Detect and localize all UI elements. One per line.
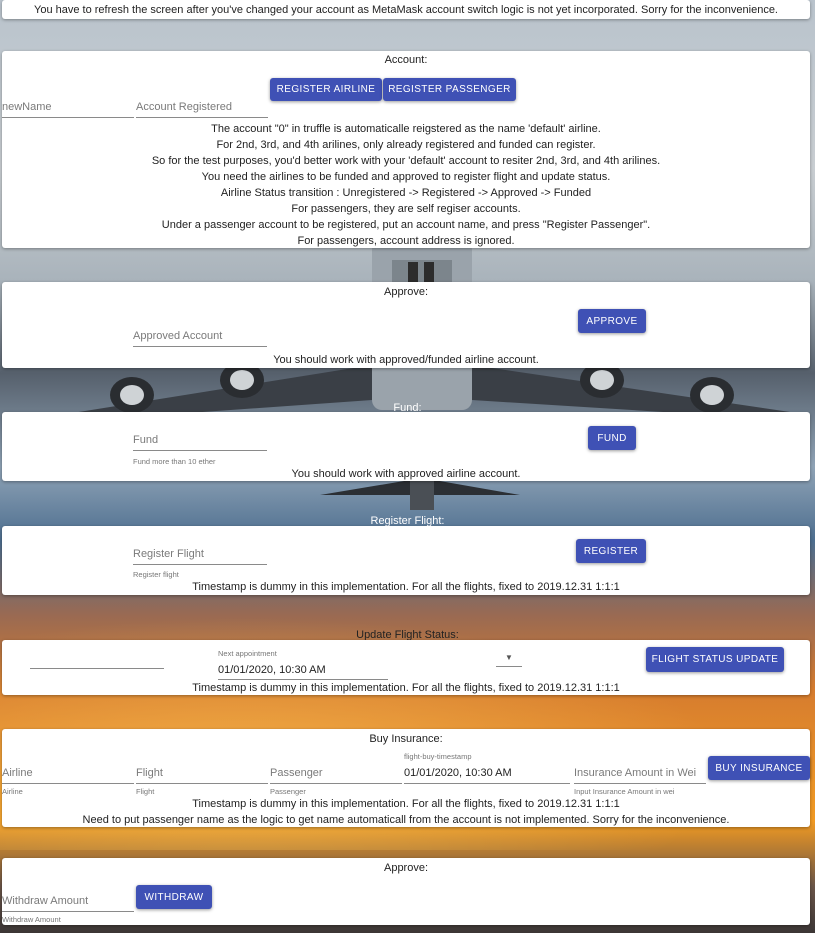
withdraw-amount-helper: Withdraw Amount (2, 915, 61, 924)
notice-card: You have to refresh the screen after you… (2, 0, 810, 19)
insurance-amount-field[interactable]: Insurance Amount in Wei (574, 759, 706, 784)
update-status-card: Next appointment 01/01/2020, 10:30 AM ▼ … (2, 640, 810, 695)
withdraw-card: Approve: Withdraw Amount Withdraw Amount… (2, 858, 810, 925)
account-info-line-4: You need the airlines to be funded and a… (201, 171, 611, 183)
account-card: Account: REGISTER AIRLINE REGISTER PASSE… (2, 51, 810, 248)
fund-note: You should work with approved airline ac… (291, 468, 521, 480)
insurance-title: Buy Insurance: (369, 733, 443, 745)
insurance-amount-placeholder: Insurance Amount in Wei (574, 767, 697, 779)
insurance-timestamp-value: 01/01/2020, 10:30 AM (404, 767, 512, 779)
account-info-line-8: For passengers, account address is ignor… (297, 235, 515, 247)
appointment-label: Next appointment (218, 649, 277, 658)
insurance-amount-helper: Input Insurance Amount in wei (574, 787, 675, 796)
flight-status-update-button[interactable]: FLIGHT STATUS UPDATE (646, 647, 784, 672)
approved-account-placeholder: Approved Account (133, 330, 223, 342)
register-passenger-button[interactable]: REGISTER PASSENGER (383, 78, 516, 101)
update-status-note: Timestamp is dummy in this implementatio… (192, 682, 620, 694)
new-name-placeholder: newName (2, 101, 52, 113)
account-title: Account: (384, 54, 428, 66)
insurance-timestamp-field[interactable]: 01/01/2020, 10:30 AM (404, 761, 570, 784)
account-status-field: Account Registered (136, 91, 268, 118)
insurance-card: Buy Insurance: Airline Airline Flight Fl… (2, 729, 810, 827)
fund-button[interactable]: FUND (588, 426, 636, 450)
account-info-line-2: For 2nd, 3rd, and 4th arilines, only alr… (216, 139, 596, 151)
new-name-field[interactable]: newName (2, 91, 134, 118)
register-flight-button[interactable]: REGISTER (576, 539, 646, 563)
buy-insurance-button[interactable]: BUY INSURANCE (708, 756, 810, 780)
insurance-airline-field[interactable]: Airline (2, 759, 134, 784)
insurance-note-1: Timestamp is dummy in this implementatio… (192, 798, 620, 810)
fund-field[interactable]: Fund (133, 426, 267, 451)
account-info-line-7: Under a passenger account to be register… (161, 219, 651, 231)
register-flight-note: Timestamp is dummy in this implementatio… (192, 581, 620, 593)
fund-helper: Fund more than 10 ether (133, 457, 216, 466)
insurance-note-2: Need to put passenger name as the logic … (82, 814, 730, 826)
register-flight-field[interactable]: Register Flight (133, 538, 267, 565)
register-flight-card: Register Flight Register flight REGISTER… (2, 526, 810, 595)
insurance-passenger-placeholder: Passenger (270, 767, 323, 779)
insurance-flight-helper: Flight (136, 787, 155, 796)
approve-note: You should work with approved/funded air… (273, 354, 539, 366)
flight-select-field[interactable] (30, 648, 164, 669)
approve-title: Approve: (383, 286, 429, 298)
approve-button[interactable]: APPROVE (578, 309, 646, 333)
register-airline-button[interactable]: REGISTER AIRLINE (270, 78, 382, 101)
account-info-line-6: For passengers, they are self regiser ac… (291, 203, 521, 215)
register-flight-helper: Register flight (133, 570, 179, 579)
chevron-down-icon: ▼ (505, 653, 513, 662)
notice-text: You have to refresh the screen after you… (34, 4, 778, 16)
withdraw-button[interactable]: WITHDRAW (136, 885, 212, 909)
withdraw-amount-field[interactable]: Withdraw Amount (2, 887, 134, 912)
insurance-passenger-helper: Passenger (270, 787, 306, 796)
appointment-field[interactable]: 01/01/2020, 10:30 AM (218, 658, 388, 680)
account-status-text: Account Registered (136, 101, 232, 113)
account-info-line-3: So for the test purposes, you'd better w… (151, 155, 661, 167)
fund-card: Fund Fund more than 10 ether FUND You sh… (2, 412, 810, 481)
insurance-flight-placeholder: Flight (136, 767, 163, 779)
insurance-airline-placeholder: Airline (2, 767, 33, 779)
insurance-flight-field[interactable]: Flight (136, 759, 268, 784)
status-select[interactable]: ▼ (496, 650, 522, 667)
withdraw-amount-placeholder: Withdraw Amount (2, 895, 89, 907)
fund-placeholder: Fund (133, 434, 159, 446)
approved-account-field[interactable]: Approved Account (133, 320, 267, 347)
appointment-value: 01/01/2020, 10:30 AM (218, 664, 326, 676)
approve-card: Approve: Approved Account APPROVE You sh… (2, 282, 810, 368)
register-flight-placeholder: Register Flight (133, 548, 204, 560)
account-info-line-5: Airline Status transition : Unregistered… (220, 187, 592, 199)
insurance-timestamp-label: flight-buy-timestamp (404, 752, 472, 761)
account-info-line-1: The account "0" in truffle is automatica… (211, 123, 601, 135)
insurance-passenger-field[interactable]: Passenger (270, 759, 402, 784)
insurance-airline-helper: Airline (2, 787, 23, 796)
withdraw-title: Approve: (383, 862, 429, 874)
